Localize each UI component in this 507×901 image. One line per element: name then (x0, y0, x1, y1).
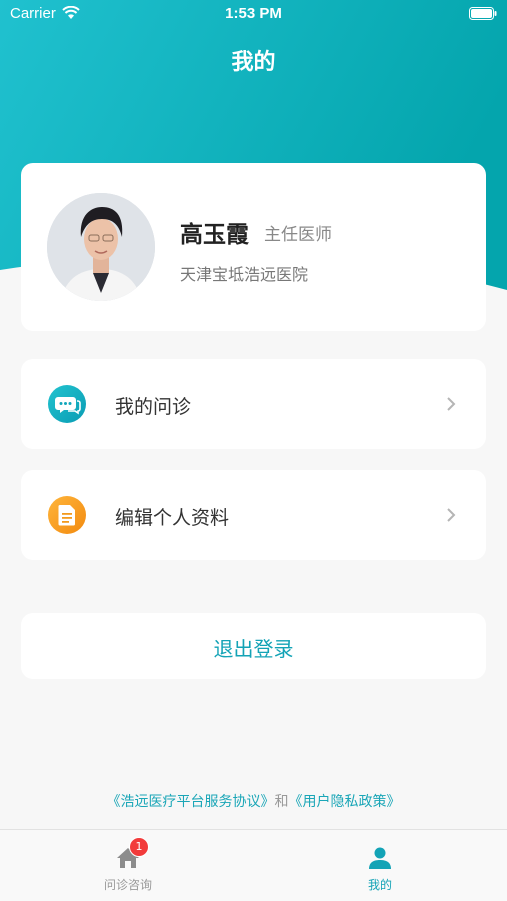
status-time: 1:53 PM (225, 5, 282, 22)
person-icon (369, 847, 391, 869)
tab-consultation[interactable]: 1 问诊咨询 (48, 830, 208, 901)
chevron-right-icon (447, 397, 456, 411)
service-agreement-link[interactable]: 《浩远医疗平台服务协议》 (107, 794, 275, 810)
profile-card: 高玉霞 主任医师 天津宝坻浩远医院 (21, 163, 486, 331)
tab-label-mine: 我的 (367, 878, 392, 892)
doctor-photo (47, 193, 155, 301)
menu-label-my-consultations: 我的问诊 (115, 396, 192, 418)
tab-label-consultation: 问诊咨询 (103, 878, 152, 892)
privacy-policy-link[interactable]: 《用户隐私政策》 (289, 794, 401, 810)
document-icon (48, 496, 86, 534)
avatar[interactable] (47, 193, 155, 301)
chat-bubble-icon (48, 385, 86, 423)
doctor-title: 主任医师 (264, 225, 332, 245)
agreements-and: 和 (274, 794, 289, 810)
page-title: 我的 (231, 50, 276, 75)
menu-item-my-consultations[interactable]: 我的问诊 (21, 359, 486, 449)
chevron-right-icon (447, 508, 456, 522)
notification-badge: 1 (129, 837, 149, 857)
battery-icon (469, 7, 497, 20)
tab-bar: 1 问诊咨询 我的 (0, 829, 507, 901)
doctor-name: 高玉霞 (180, 222, 249, 248)
tab-mine[interactable]: 我的 (300, 830, 460, 901)
agreements-text: 《浩远医疗平台服务协议》和《用户隐私政策》 (0, 791, 507, 811)
doctor-hospital: 天津宝坻浩远医院 (180, 265, 309, 284)
logout-button[interactable]: 退出登录 (21, 613, 486, 679)
status-bar: Carrier 1:53 PM (0, 0, 507, 28)
logout-label: 退出登录 (213, 637, 294, 661)
menu-item-edit-profile[interactable]: 编辑个人资料 (21, 470, 486, 560)
menu-label-edit-profile: 编辑个人资料 (115, 507, 230, 529)
